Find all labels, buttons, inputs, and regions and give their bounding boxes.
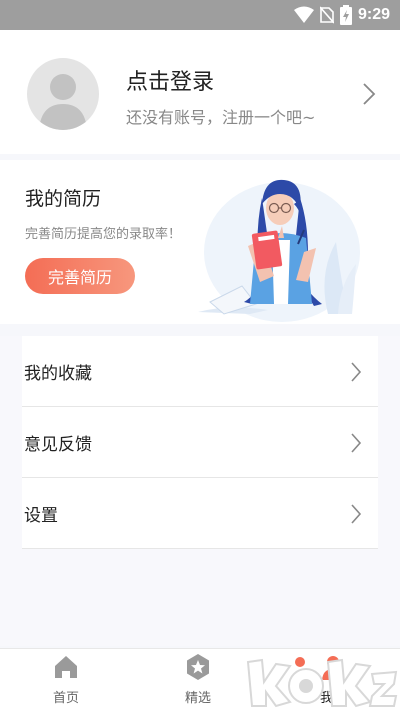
complete-resume-button[interactable]: 完善简历 xyxy=(25,258,135,294)
tab-label: 精选 xyxy=(184,691,211,706)
menu-item-favorites[interactable]: 我的收藏 xyxy=(22,336,378,407)
chevron-right-icon xyxy=(351,433,362,453)
login-profile-card[interactable]: 点击登录 还没有账号，注册一个吧~ xyxy=(0,30,400,154)
no-sim-icon xyxy=(319,6,334,24)
status-time: 9:29 xyxy=(357,6,390,23)
menu-item-label: 设置 xyxy=(24,505,58,526)
star-badge-icon xyxy=(187,654,209,680)
woman-with-notebook-illustration xyxy=(198,179,360,322)
tab-home[interactable]: 首页 xyxy=(26,653,106,709)
menu-item-label: 意见反馈 xyxy=(24,434,92,455)
tab-featured[interactable]: 精选 xyxy=(158,653,238,709)
status-bar: 9:29 xyxy=(0,0,400,30)
register-prompt: 还没有账号，注册一个吧~ xyxy=(126,108,316,127)
avatar[interactable] xyxy=(27,58,99,130)
login-title[interactable]: 点击登录 xyxy=(126,64,214,96)
chevron-right-icon xyxy=(351,504,362,524)
battery-charging-icon xyxy=(339,5,352,25)
chevron-right-icon xyxy=(363,83,376,105)
menu-item-feedback[interactable]: 意见反馈 xyxy=(22,407,378,478)
menu-item-label: 我的收藏 xyxy=(24,363,92,384)
menu-item-settings[interactable]: 设置 xyxy=(22,478,378,549)
kk-watermark-logo xyxy=(246,657,398,708)
tab-label: 首页 xyxy=(52,691,79,706)
resume-card: 我的简历 完善简历提高您的录取率！ 完善简历 xyxy=(0,160,400,324)
menu-list: 我的收藏 意见反馈 设置 xyxy=(22,336,378,549)
home-icon xyxy=(55,656,77,678)
chevron-right-icon xyxy=(351,362,362,382)
menu-section: 我的收藏 意见反馈 设置 xyxy=(0,336,400,646)
status-icons: 9:29 xyxy=(293,5,390,25)
resume-title: 我的简历 xyxy=(25,188,102,210)
resume-description: 完善简历提高您的录取率！ xyxy=(25,227,182,242)
wifi-icon xyxy=(293,6,314,23)
default-avatar-icon xyxy=(39,74,87,130)
